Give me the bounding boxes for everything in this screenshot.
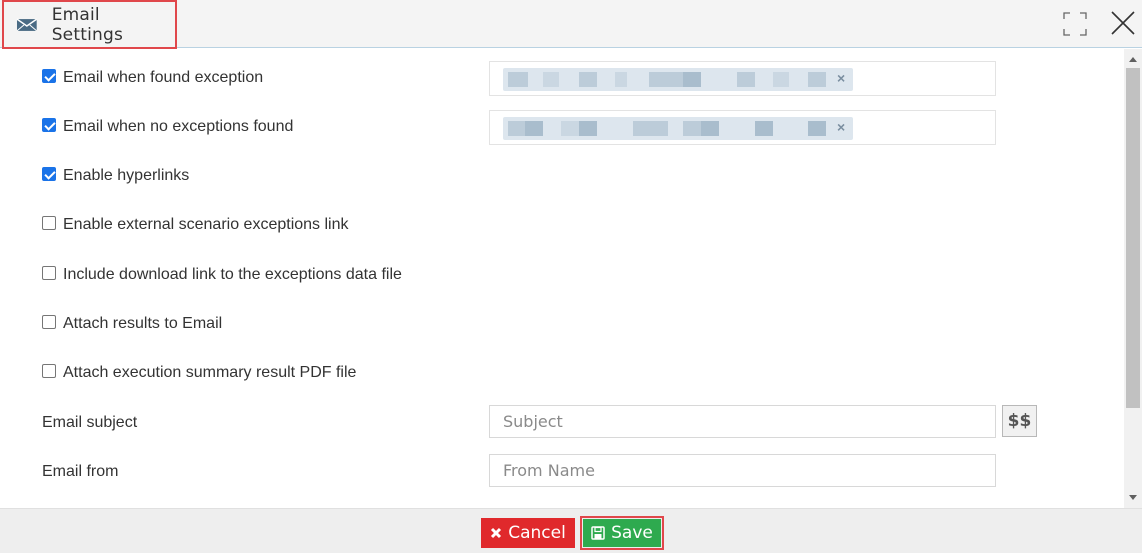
scroll-thumb[interactable] — [1126, 68, 1140, 408]
recipients-found-exception-input[interactable]: × — [489, 61, 996, 96]
remove-tag-icon[interactable]: × — [837, 119, 845, 135]
scroll-up-icon[interactable] — [1129, 57, 1137, 62]
scroll-down-icon[interactable] — [1129, 495, 1137, 500]
option-email-no-exceptions[interactable]: Email when no exceptions found — [42, 116, 293, 138]
option-label: Email when no exceptions found — [63, 118, 294, 135]
maximize-icon[interactable] — [1063, 12, 1087, 36]
option-label: Include download link to the exceptions … — [63, 266, 402, 283]
dialog-title: Email Settings — [51, 4, 124, 45]
checkbox-email-found-exception[interactable] — [42, 69, 56, 83]
option-download-link[interactable]: Include download link to the exceptions … — [42, 264, 402, 286]
checkbox-external-scenario-link[interactable] — [42, 216, 56, 230]
option-external-scenario-link[interactable]: Enable external scenario exceptions link — [42, 214, 349, 236]
checkbox-download-link[interactable] — [42, 266, 56, 280]
option-label: Attach results to Email — [63, 315, 223, 332]
dialog-footer: Cancel Save — [0, 508, 1142, 553]
checkbox-attach-pdf[interactable] — [42, 364, 56, 378]
option-enable-hyperlinks[interactable]: Enable hyperlinks — [42, 165, 189, 187]
recipient-tag: × — [503, 117, 853, 140]
dialog-header: Email Settings — [0, 0, 1142, 49]
cancel-button[interactable]: Cancel — [481, 518, 575, 548]
checkbox-attach-results[interactable] — [42, 315, 56, 329]
recipients-no-exceptions-input[interactable]: × — [489, 110, 996, 145]
floppy-disk-icon — [591, 526, 605, 540]
email-from-input[interactable] — [489, 454, 996, 487]
save-button-highlight: Save — [580, 516, 664, 550]
option-email-found-exception[interactable]: Email when found exception — [42, 67, 263, 89]
option-label: Enable external scenario exceptions link — [63, 216, 349, 233]
vertical-scrollbar[interactable] — [1124, 49, 1142, 508]
remove-tag-icon[interactable]: × — [837, 70, 845, 86]
recipient-tag: × — [503, 68, 853, 91]
times-icon — [491, 527, 502, 539]
option-attach-pdf[interactable]: Attach execution summary result PDF file — [42, 362, 356, 384]
save-button[interactable]: Save — [583, 519, 661, 547]
email-from-label: Email from — [42, 463, 119, 480]
checkbox-enable-hyperlinks[interactable] — [42, 167, 56, 181]
option-label: Attach execution summary result PDF file — [63, 364, 357, 381]
option-label: Email when found exception — [63, 69, 264, 86]
option-label: Enable hyperlinks — [63, 167, 190, 184]
email-subject-label: Email subject — [42, 414, 138, 431]
close-icon[interactable] — [1110, 10, 1136, 36]
envelope-icon — [16, 17, 38, 31]
insert-variable-button[interactable]: $$ — [1002, 405, 1037, 437]
dialog-body: Email when found exception Email when no… — [0, 49, 1124, 508]
save-button-label: Save — [611, 523, 653, 543]
checkbox-email-no-exceptions[interactable] — [42, 118, 56, 132]
option-attach-results[interactable]: Attach results to Email — [42, 313, 222, 335]
cancel-button-label: Cancel — [508, 523, 566, 543]
email-subject-input[interactable] — [489, 405, 996, 438]
dialog-title-area: Email Settings — [2, 0, 177, 49]
